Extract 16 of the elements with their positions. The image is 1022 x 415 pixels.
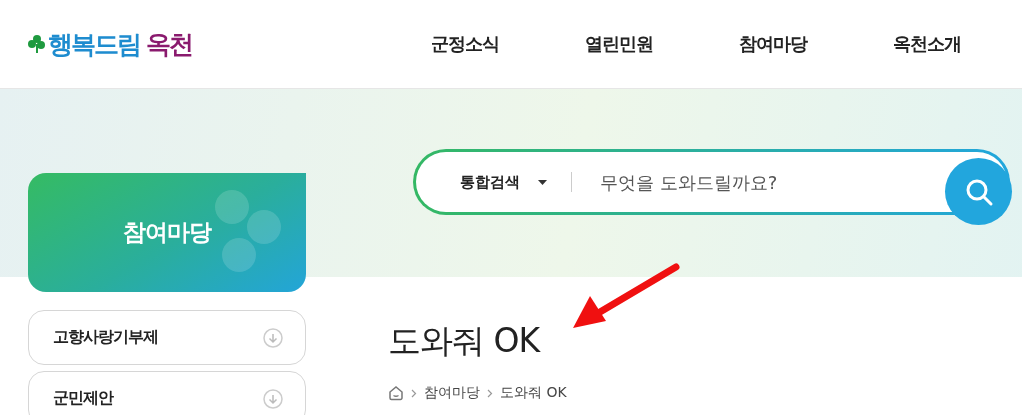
page-title: 도와줘 OK bbox=[388, 320, 542, 362]
search-category-dropdown[interactable]: 통합검색 bbox=[460, 172, 547, 192]
chevron-icon bbox=[487, 388, 493, 398]
sidebar-item[interactable]: 군민제안 bbox=[28, 371, 306, 415]
breadcrumb-item[interactable]: 참여마당 bbox=[424, 384, 480, 402]
sidebar-title: 참여마당 bbox=[123, 218, 211, 247]
breadcrumb-item[interactable]: 도와줘 OK bbox=[500, 384, 567, 402]
nav-item[interactable]: 군정소식 bbox=[388, 32, 542, 56]
nav-item[interactable]: 참여마당 bbox=[696, 32, 850, 56]
chevron-icon bbox=[411, 388, 417, 398]
nav-item[interactable]: 열린민원 bbox=[542, 32, 696, 56]
home-icon[interactable] bbox=[388, 385, 404, 401]
sidebar-item[interactable]: 고향사랑기부제 bbox=[28, 310, 306, 365]
nav-item[interactable]: 옥천소개 bbox=[850, 32, 1004, 56]
caret-icon bbox=[538, 179, 547, 185]
logo-text[interactable]: 행복드림 옥천 bbox=[48, 27, 192, 61]
